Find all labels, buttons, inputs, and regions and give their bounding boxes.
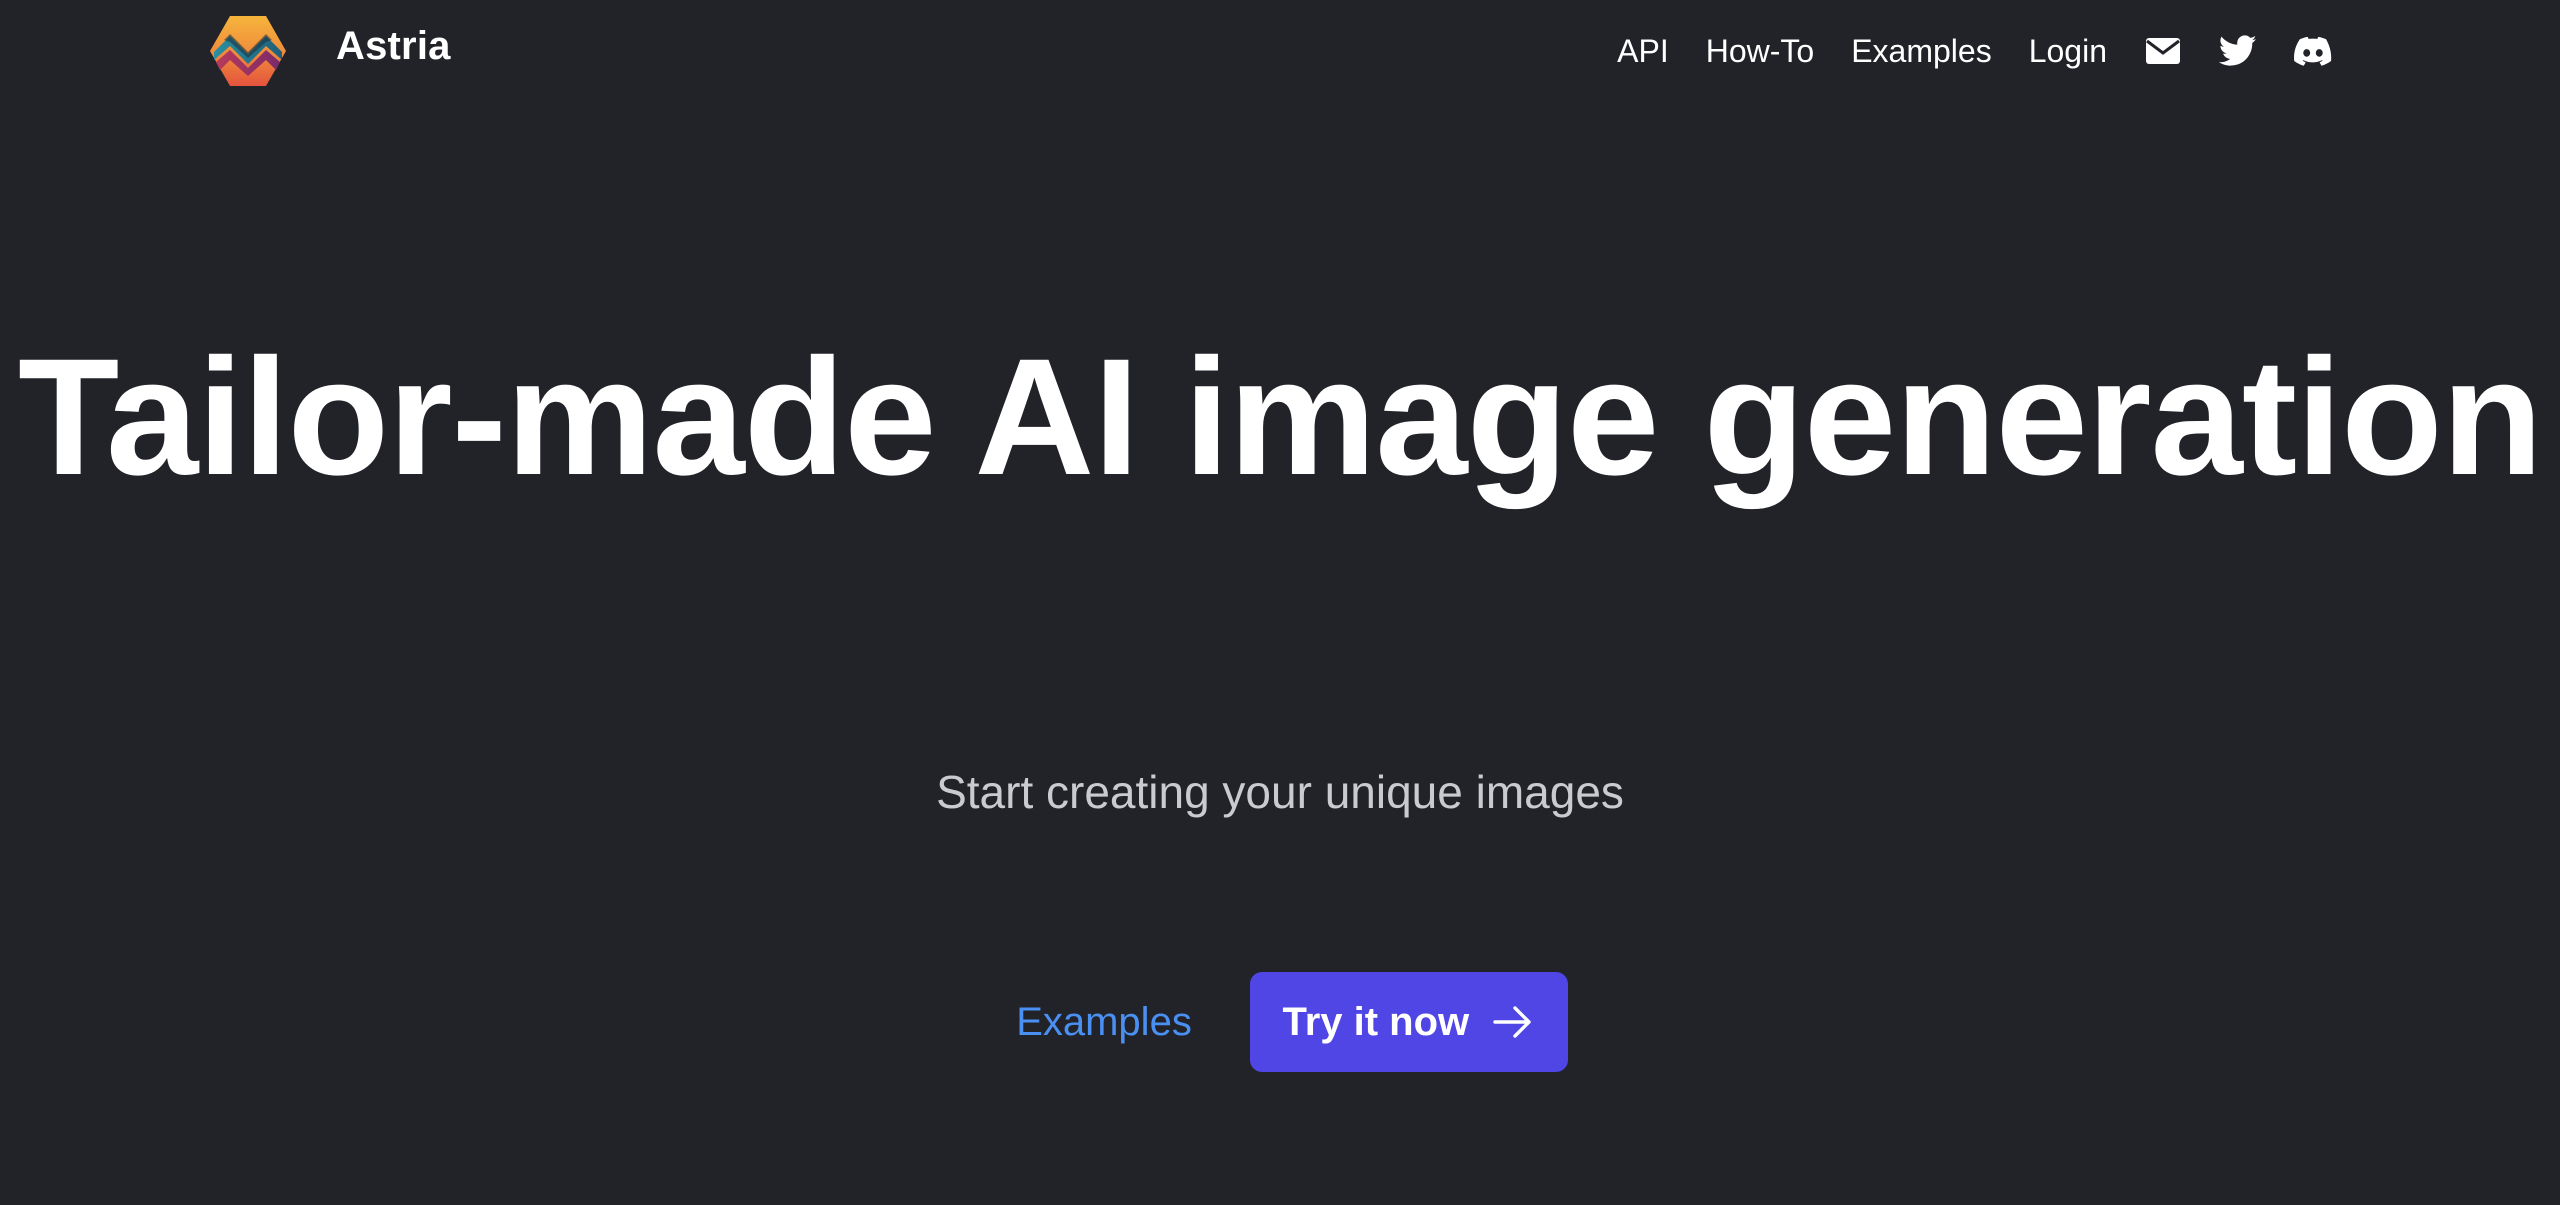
discord-icon xyxy=(2294,36,2332,66)
site-header: Astria API How-To Examples Login xyxy=(0,0,2560,100)
twitter-link[interactable] xyxy=(2219,32,2257,70)
examples-link[interactable]: Examples xyxy=(1016,1002,1192,1042)
nav-api-link[interactable]: API xyxy=(1617,35,1669,67)
try-it-now-button[interactable]: Try it now xyxy=(1249,972,1568,1072)
email-link[interactable] xyxy=(2144,32,2182,70)
brand-name: Astria xyxy=(336,24,451,68)
twitter-icon xyxy=(2219,35,2257,66)
arrow-right-icon xyxy=(1493,1006,1531,1038)
astria-logo-icon xyxy=(210,16,286,86)
discord-link[interactable] xyxy=(2294,32,2332,70)
hero-actions: Examples Try it now xyxy=(0,972,2560,1072)
main-nav: API How-To Examples Login xyxy=(1617,25,2332,77)
try-it-now-label: Try it now xyxy=(1282,999,1470,1044)
hero-subtitle: Start creating your unique images xyxy=(936,766,1624,818)
nav-login-link[interactable]: Login xyxy=(2029,35,2107,67)
nav-how-to-link[interactable]: How-To xyxy=(1706,35,1814,67)
nav-examples-link[interactable]: Examples xyxy=(1851,35,1992,67)
envelope-icon xyxy=(2146,38,2180,64)
hero-title: Tailor-made AI image generation xyxy=(17,325,2543,510)
brand-home-link[interactable]: Astria xyxy=(208,12,451,90)
